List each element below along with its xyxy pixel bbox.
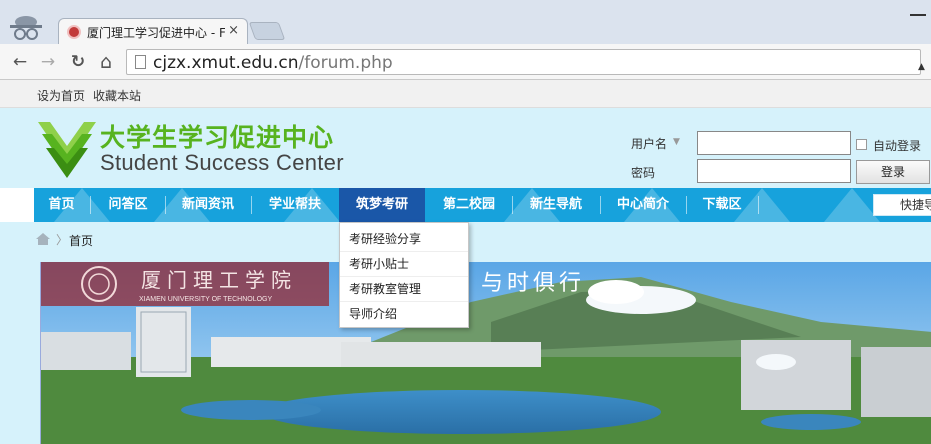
auto-login-label: 自动登录 <box>873 139 922 153</box>
page-icon <box>135 55 146 69</box>
nav-decoration <box>824 188 880 222</box>
banner-school-name: 厦门理工学院 <box>141 268 297 292</box>
dropdown-item-classroom[interactable]: 考研教室管理 <box>340 277 468 302</box>
close-tab-icon[interactable]: × <box>228 23 239 38</box>
nav-item-academic-help[interactable]: 学业帮扶 <box>252 188 338 222</box>
dropdown-item-experience[interactable]: 考研经验分享 <box>340 227 468 252</box>
new-tab-button[interactable] <box>248 22 286 40</box>
dropdown-item-tutors[interactable]: 导师介绍 <box>340 302 468 327</box>
nav-item-news[interactable]: 新闻资讯 <box>166 188 250 222</box>
reload-button[interactable]: ↻ <box>68 52 88 72</box>
site-logo-icon <box>38 122 96 178</box>
site-title-cn: 大学生学习促进中心 <box>100 123 335 152</box>
login-button[interactable]: 登录 <box>856 160 930 184</box>
main-nav: 首页 问答区 新闻资讯 学业帮扶 筑梦考研 第二校园 新生导航 中心简介 下载区… <box>34 188 931 222</box>
banner-slogan: 与时俱行 <box>481 271 585 296</box>
browser-tabstrip: 厦门理工学习促进中心 - F × <box>0 0 931 44</box>
nav-divider <box>758 196 759 214</box>
nav-item-qa[interactable]: 问答区 <box>91 188 165 222</box>
campus-banner-image: 厦门理工学院 XIAMEN UNIVERSITY OF TECHNOLOGY 与… <box>41 262 931 444</box>
tab-title: 厦门理工学习促进中心 - F <box>87 26 225 40</box>
site-topbar: 设为首页 收藏本站 <box>0 80 931 108</box>
forward-button[interactable]: → <box>38 52 58 72</box>
password-input[interactable] <box>697 159 851 183</box>
campus-banner: 厦门理工学院 XIAMEN UNIVERSITY OF TECHNOLOGY 与… <box>40 262 931 444</box>
breadcrumb-current[interactable]: 首页 <box>69 232 93 249</box>
url-host: cjzx.xmut.edu.cn <box>153 53 299 73</box>
nav-item-freshman-guide[interactable]: 新生导航 <box>513 188 599 222</box>
username-input[interactable] <box>697 131 851 155</box>
nav-item-home[interactable]: 首页 <box>34 188 89 222</box>
address-bar[interactable]: cjzx.xmut.edu.cn/forum.php <box>126 49 921 75</box>
browser-tab[interactable]: 厦门理工学习促进中心 - F × <box>58 18 248 44</box>
set-homepage-link[interactable]: 设为首页 <box>37 87 85 104</box>
postgraduate-dropdown: 考研经验分享 考研小贴士 考研教室管理 导师介绍 <box>339 222 469 328</box>
minimize-window-icon[interactable] <box>910 14 926 16</box>
dropdown-item-tips[interactable]: 考研小贴士 <box>340 252 468 277</box>
banner-school-en: XIAMEN UNIVERSITY OF TECHNOLOGY <box>139 296 272 303</box>
url-path: /forum.php <box>298 53 393 73</box>
site-title-en: Student Success Center <box>100 150 344 175</box>
site-favicon-icon <box>67 25 81 39</box>
nav-item-second-campus[interactable]: 第二校园 <box>426 188 512 222</box>
nav-item-downloads[interactable]: 下载区 <box>687 188 757 222</box>
bookmark-link[interactable]: 收藏本站 <box>93 87 141 104</box>
nav-item-about[interactable]: 中心简介 <box>601 188 685 222</box>
quick-nav-button[interactable]: 快捷导 <box>873 194 931 216</box>
username-dropdown-icon[interactable]: ▼ <box>673 137 680 147</box>
incognito-icon <box>10 16 42 40</box>
nav-item-postgraduate[interactable]: 筑梦考研 <box>339 188 425 222</box>
breadcrumb-separator: 〉 <box>56 233 69 247</box>
home-button[interactable]: ⌂ <box>96 52 116 72</box>
scroll-up-arrow-icon[interactable]: ▲ <box>918 62 925 72</box>
site-header: 大学生学习促进中心 Student Success Center 用户名 ▼ 自… <box>0 108 931 188</box>
password-label: 密码 <box>631 166 656 180</box>
auto-login-checkbox[interactable] <box>856 139 867 150</box>
browser-toolbar: ← → ↻ ⌂ cjzx.xmut.edu.cn/forum.php <box>0 44 931 80</box>
url-text: cjzx.xmut.edu.cn/forum.php <box>153 53 393 73</box>
username-label: 用户名 <box>631 137 668 151</box>
home-icon[interactable] <box>36 233 50 245</box>
back-button[interactable]: ← <box>10 52 30 72</box>
